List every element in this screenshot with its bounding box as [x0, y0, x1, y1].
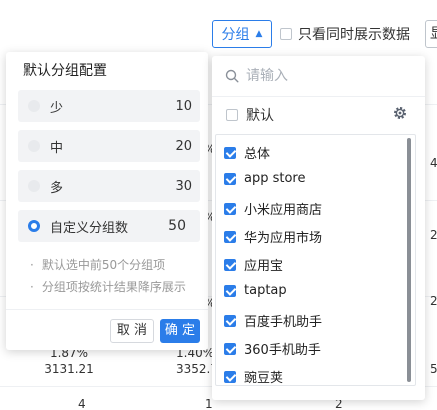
list-item-label: 百度手机助手: [244, 315, 323, 330]
custom-count-input[interactable]: 50: [168, 218, 186, 234]
list-item-label: 360手机助手: [244, 343, 321, 358]
list-item-label: 华为应用市场: [244, 231, 323, 246]
option-medium[interactable]: 中 20: [18, 130, 200, 162]
list-item[interactable]: 华为应用市场: [224, 227, 322, 246]
table-cell: 4: [430, 156, 437, 170]
option-few[interactable]: 少 10: [18, 90, 200, 122]
option-value: 30: [175, 178, 192, 194]
default-label: 默认: [246, 108, 274, 124]
checkbox-checked[interactable]: [224, 230, 236, 243]
checkbox-checked[interactable]: [224, 342, 236, 355]
option-custom[interactable]: 自定义分组数 50: [18, 210, 200, 242]
checkbox-checked[interactable]: [224, 370, 236, 383]
display-button[interactable]: 显: [425, 20, 437, 48]
list-item[interactable]: taptap: [224, 283, 287, 298]
list-item-label: 总体: [244, 147, 271, 162]
radio-button-selected[interactable]: [28, 220, 40, 232]
group-button-label: 分组: [221, 27, 250, 43]
list-item-label: taptap: [244, 283, 287, 298]
checkbox-checked[interactable]: [224, 202, 236, 215]
option-label: 中: [50, 140, 64, 156]
gear-icon[interactable]: [392, 105, 408, 121]
option-label: 自定义分组数: [50, 220, 129, 236]
list-item[interactable]: 总体: [224, 143, 270, 162]
divider: [6, 309, 208, 310]
config-note: · 分组项按统计结果降序展示: [30, 280, 186, 294]
default-checkbox[interactable]: 默认: [226, 105, 274, 125]
confirm-button[interactable]: 确 定: [160, 319, 200, 343]
list-item[interactable]: 小米应用商店: [224, 199, 322, 218]
table-cell: 1: [205, 397, 213, 410]
config-title: 默认分组配置: [23, 63, 107, 79]
list-item-label: 小米应用商店: [244, 203, 323, 218]
option-label: 少: [50, 100, 64, 116]
search-input[interactable]: [246, 65, 406, 87]
option-value: 10: [175, 98, 192, 114]
only-simultaneous-label: 只看同时展示数据: [298, 27, 410, 43]
checkbox-checked[interactable]: [224, 146, 236, 159]
group-dropdown-button[interactable]: 分组 ▲: [212, 20, 272, 48]
list-item-label: 豌豆荚: [244, 371, 284, 386]
list-item[interactable]: app store: [224, 171, 305, 186]
list-item-label: 应用宝: [244, 259, 284, 274]
group-config-popover: 默认分组配置 少 10 中 20 多 30 自定义分组数 50 · 默认选中前50…: [6, 52, 208, 350]
checkbox-box[interactable]: [280, 28, 292, 40]
app-root: % % % 4 2 2 5 1.87% 3131.21 1.40% 3352.7…: [0, 0, 437, 410]
list-item[interactable]: 应用宝: [224, 255, 283, 274]
checkbox-checked[interactable]: [224, 284, 236, 297]
bullet-icon: ·: [30, 280, 34, 294]
scrollbar[interactable]: [407, 138, 411, 382]
cancel-button[interactable]: 取 消: [110, 319, 154, 343]
table-cell: 3131.21: [44, 362, 94, 376]
table-cell: 2: [430, 294, 437, 308]
list-item[interactable]: 360手机助手: [224, 339, 321, 358]
checkbox-box[interactable]: [226, 109, 238, 121]
radio-button[interactable]: [28, 180, 40, 192]
table-cell: 2: [430, 228, 437, 242]
search-icon: [225, 69, 239, 83]
checkbox-checked[interactable]: [224, 172, 236, 185]
only-simultaneous-checkbox[interactable]: 只看同时展示数据: [280, 24, 410, 44]
option-many[interactable]: 多 30: [18, 170, 200, 202]
checkbox-checked[interactable]: [224, 258, 236, 271]
option-value: 20: [175, 138, 192, 154]
radio-button[interactable]: [28, 100, 40, 112]
chevron-up-icon: ▲: [255, 29, 263, 39]
config-note: · 默认选中前50个分组项: [30, 258, 166, 272]
option-label: 多: [50, 180, 64, 196]
group-select-dropdown: 默认 总体 app store 小米应用商店 华为应用市场: [212, 56, 425, 400]
table-cell: 5: [430, 362, 437, 376]
list-item-label: app store: [244, 171, 306, 186]
list-item[interactable]: 豌豆荚: [224, 367, 284, 386]
checkbox-checked[interactable]: [224, 314, 236, 327]
bullet-icon: ·: [30, 258, 34, 272]
radio-button[interactable]: [28, 140, 40, 152]
group-item-list: 总体 app store 小米应用商店 华为应用市场 应用宝 taptap 百度…: [215, 134, 416, 386]
table-cell: 3352.7: [176, 362, 218, 376]
table-cell: 4: [78, 397, 86, 410]
divider: [212, 96, 425, 97]
list-item[interactable]: 百度手机助手: [224, 311, 322, 330]
